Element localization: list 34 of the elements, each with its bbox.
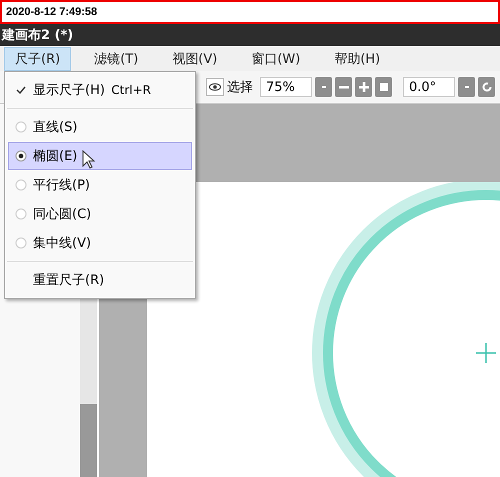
plus-icon[interactable] <box>355 77 372 97</box>
option-label: 显示尺子(H) <box>33 82 105 99</box>
scrollbar-thumb[interactable] <box>80 404 97 477</box>
angle-field[interactable]: 0.0° <box>403 77 455 97</box>
option-label: 重置尺子(R) <box>33 272 104 289</box>
menu-item[interactable]: 帮助(H) <box>323 46 392 70</box>
menu-option[interactable]: 集中线(V) <box>8 229 192 257</box>
menu-option[interactable]: 平行线(P) <box>8 171 192 199</box>
menu-item[interactable]: 视图(V) <box>161 46 228 70</box>
option-label: 集中线(V) <box>33 235 92 252</box>
square-icon[interactable] <box>375 77 392 97</box>
menu-item[interactable]: 尺子(R) <box>4 46 72 70</box>
option-label: 同心圆(C) <box>33 206 92 223</box>
mouse-pointer-icon <box>82 150 96 170</box>
menu-item[interactable]: 窗口(W) <box>240 46 312 70</box>
option-label: 平行线(P) <box>33 177 90 194</box>
window-title: 建画布2 (*) <box>2 27 74 44</box>
shortcut-label: Ctrl+R <box>111 83 151 97</box>
menu-item[interactable]: 滤镜(T) <box>83 46 150 70</box>
menu-option[interactable]: 椭圆(E) <box>8 142 192 170</box>
menu-option[interactable]: 同心圆(C) <box>8 200 192 228</box>
menu-option[interactable]: 重置尺子(R) <box>8 266 192 294</box>
option-label: 直线(S) <box>33 119 78 136</box>
dropdown-icon[interactable] <box>315 77 332 97</box>
timestamp: 2020-8-12 7:49:58 <box>6 6 98 18</box>
rotate-icon[interactable] <box>478 77 495 97</box>
option-label: 椭圆(E) <box>33 148 78 165</box>
menu-option[interactable]: 显示尺子(H) Ctrl+R <box>8 76 192 104</box>
dropdown-icon[interactable] <box>458 77 475 97</box>
eye-icon[interactable] <box>206 78 224 96</box>
minus-icon[interactable] <box>335 77 352 97</box>
zoom-field[interactable]: 75% <box>260 77 312 97</box>
select-label: 选择 <box>227 79 253 96</box>
menu-option[interactable]: 直线(S) <box>8 113 192 141</box>
